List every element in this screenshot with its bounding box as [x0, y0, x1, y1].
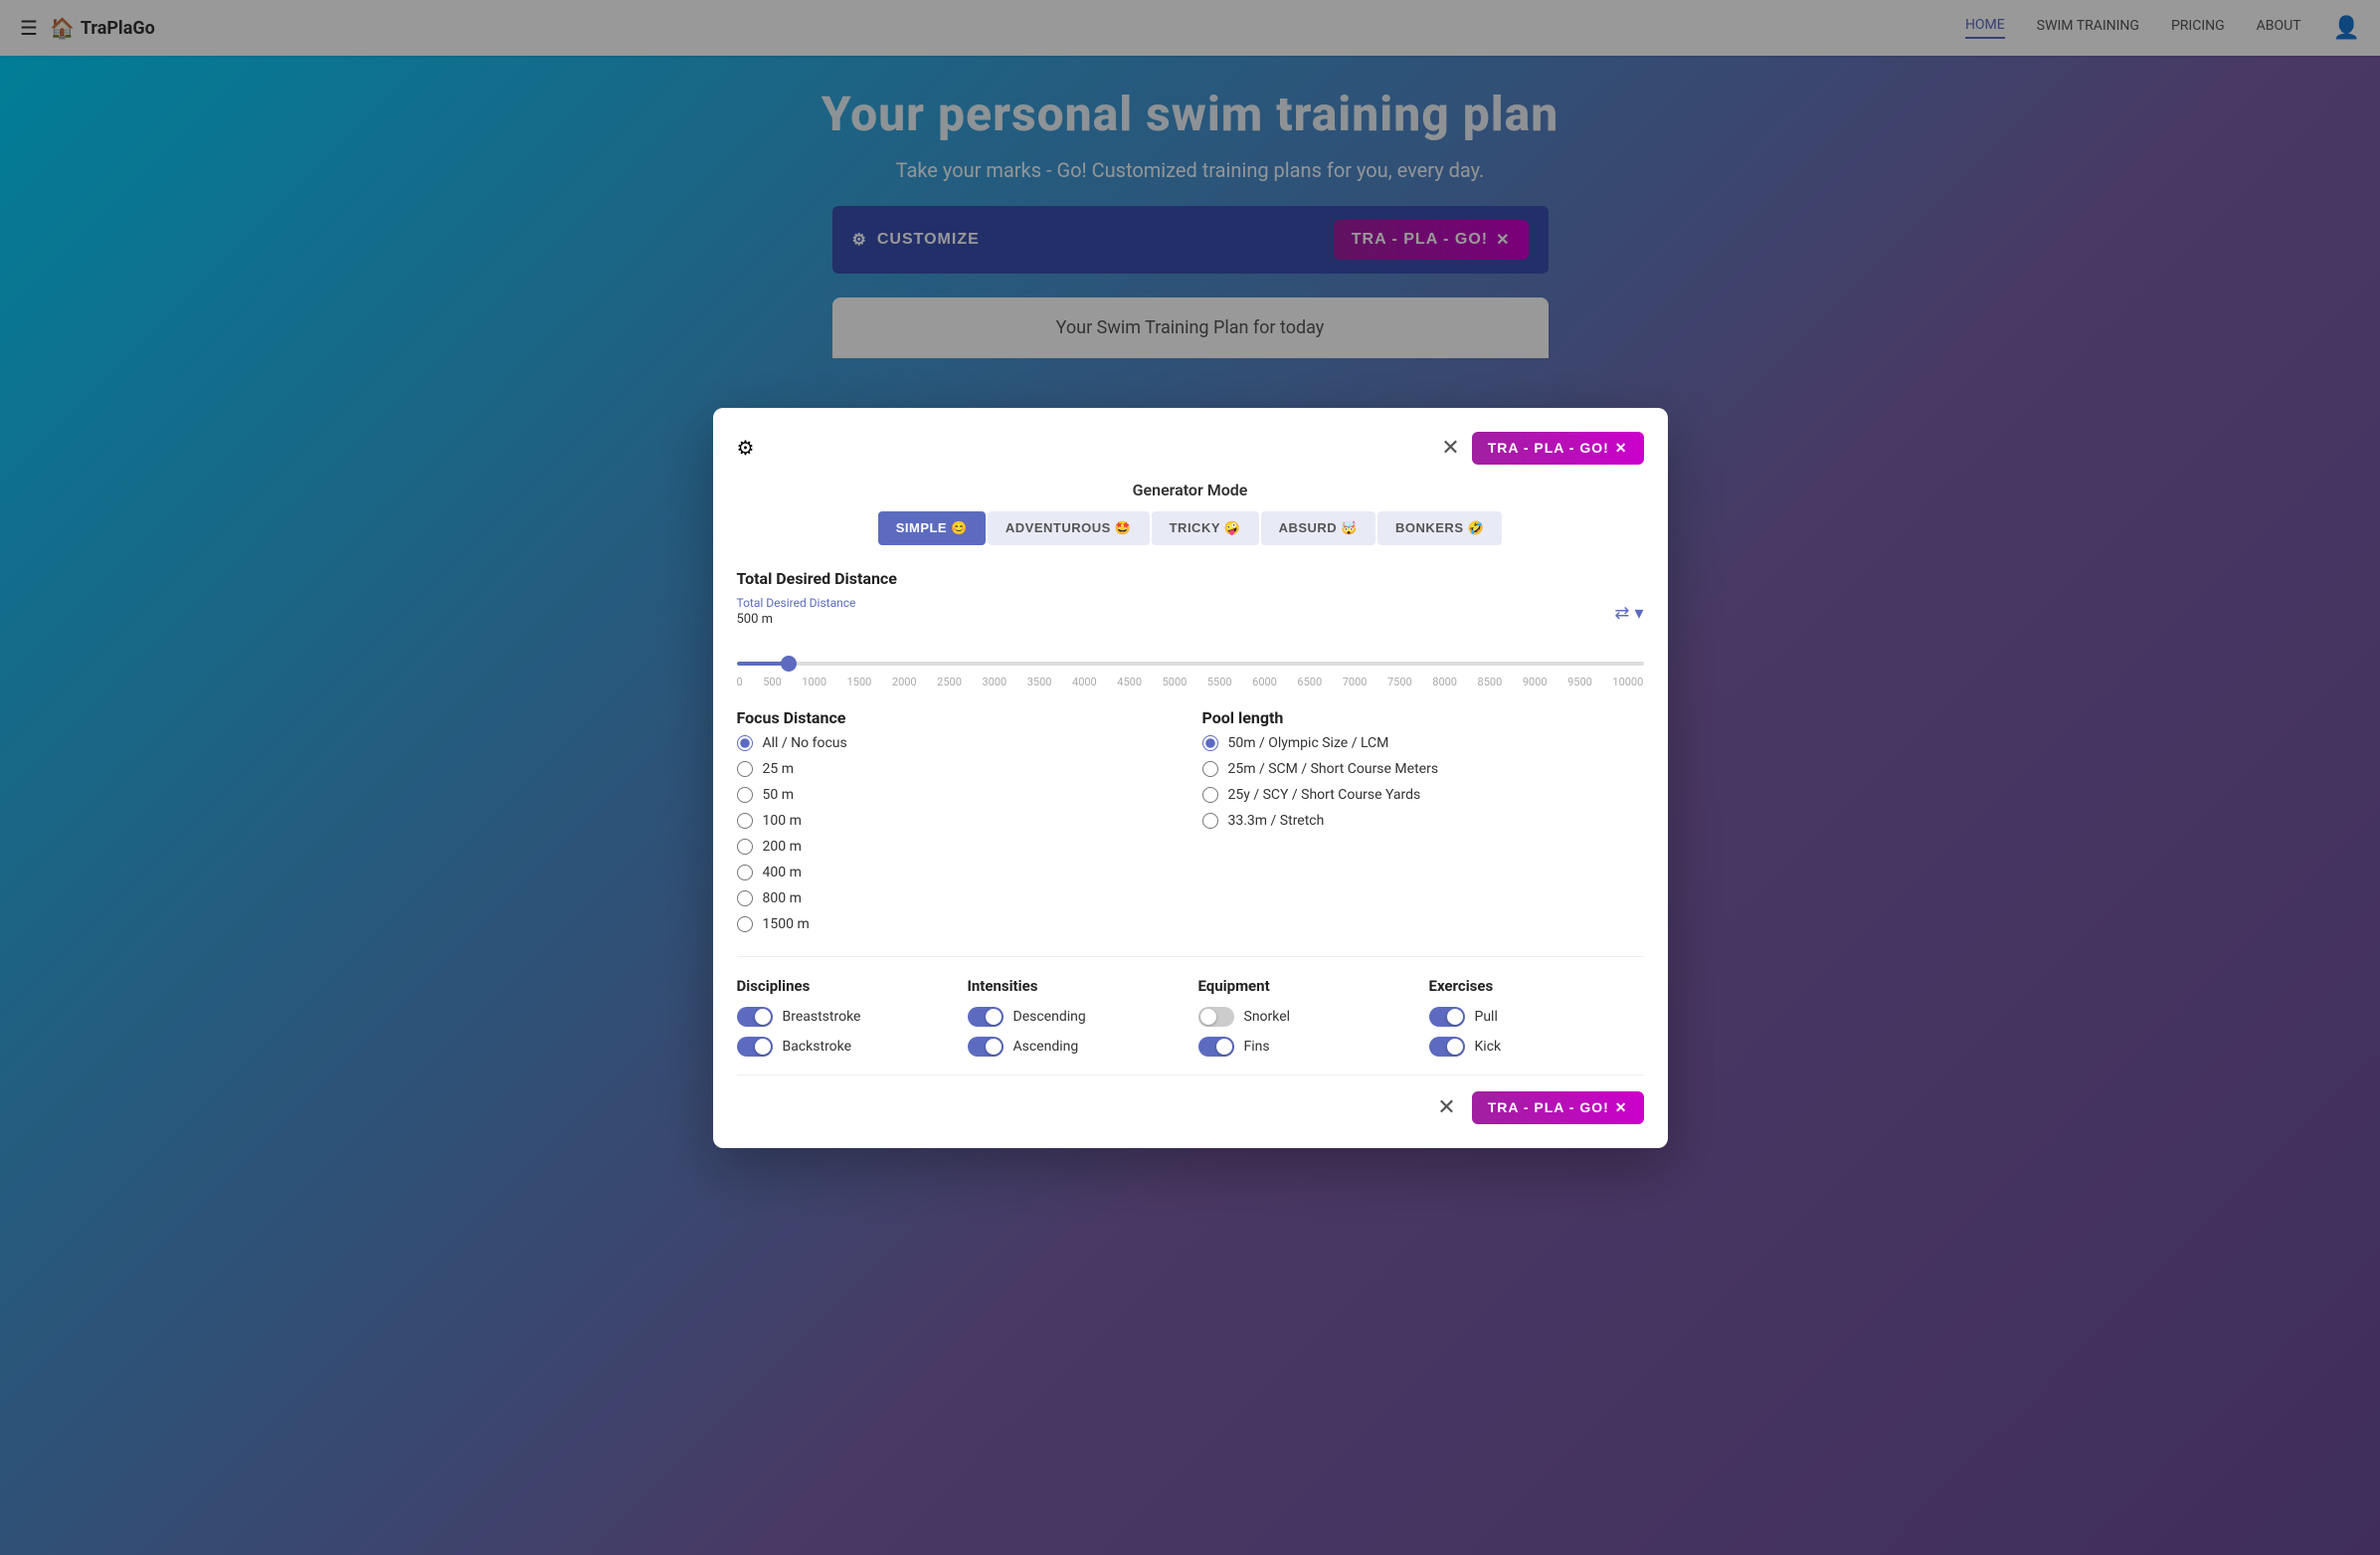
pool-25y[interactable]: 25y / SCY / Short Course Yards [1202, 787, 1644, 803]
distance-reset-button[interactable]: ⇄ ▾ [1614, 603, 1643, 624]
distance-slider[interactable] [737, 662, 1644, 666]
modal: ⚙ ✕ TRA - PLA - GO! ✕ Generator Mode SIM… [713, 408, 1668, 1148]
backstroke-toggle[interactable] [737, 1037, 773, 1057]
distance-section-title: Total Desired Distance [737, 569, 1644, 588]
pool-length-section: Pool length 50m / Olympic Size / LCM 25m… [1202, 708, 1644, 932]
mode-tab-bonkers[interactable]: BONKERS 🤣 [1377, 511, 1502, 545]
mode-tab-adventurous[interactable]: ADVENTUROUS 🤩 [988, 511, 1150, 545]
intensity-descending: Descending [968, 1007, 1183, 1027]
intensity-ascending: Ascending [968, 1037, 1183, 1057]
mode-tab-tricky[interactable]: TRICKY 🤪 [1152, 511, 1259, 545]
footer-shuffle-icon: ✕ [1615, 1099, 1628, 1116]
distance-value: 500 m [737, 612, 856, 627]
exercises-section: Exercises Pull Kick [1429, 977, 1644, 1067]
pool-50m[interactable]: 50m / Olympic Size / LCM [1202, 735, 1644, 751]
modal-close-button[interactable]: ✕ [1441, 435, 1459, 461]
pool-length-title: Pool length [1202, 708, 1644, 727]
pool-length-options: 50m / Olympic Size / LCM 25m / SCM / Sho… [1202, 735, 1644, 829]
footer-tra-pla-go-label: TRA - PLA - GO! [1488, 1099, 1609, 1115]
focus-50m[interactable]: 50 m [737, 787, 1179, 803]
focus-400m[interactable]: 400 m [737, 865, 1179, 880]
modal-tra-pla-go-label: TRA - PLA - GO! [1488, 440, 1609, 456]
pool-25m[interactable]: 25m / SCM / Short Course Meters [1202, 761, 1644, 777]
footer-tra-pla-go-button[interactable]: TRA - PLA - GO! ✕ [1472, 1091, 1644, 1124]
discipline-breaststroke: Breaststroke [737, 1007, 952, 1027]
exercise-kick: Kick [1429, 1037, 1644, 1057]
discipline-backstroke: Backstroke [737, 1037, 952, 1057]
focus-1500m[interactable]: 1500 m [737, 916, 1179, 932]
equipment-fins: Fins [1198, 1037, 1413, 1057]
intensities-section: Intensities Descending Ascending [968, 977, 1183, 1067]
focus-200m[interactable]: 200 m [737, 839, 1179, 855]
fins-toggle[interactable] [1198, 1037, 1234, 1057]
equipment-title: Equipment [1198, 977, 1413, 995]
equipment-section: Equipment Snorkel Fins [1198, 977, 1413, 1067]
focus-distance-options: All / No focus 25 m 50 m 100 m [737, 735, 1179, 932]
focus-25m[interactable]: 25 m [737, 761, 1179, 777]
modal-header: ⚙ ✕ TRA - PLA - GO! ✕ [737, 432, 1644, 465]
intensities-title: Intensities [968, 977, 1183, 995]
disciplines-title: Disciplines [737, 977, 952, 995]
focus-100m[interactable]: 100 m [737, 813, 1179, 829]
mode-tabs: SIMPLE 😊 ADVENTUROUS 🤩 TRICKY 🤪 ABSURD 🤯… [737, 511, 1644, 545]
distance-field-label: Total Desired Distance [737, 596, 856, 610]
exercises-title: Exercises [1429, 977, 1644, 995]
modal-overlay[interactable]: ⚙ ✕ TRA - PLA - GO! ✕ Generator Mode SIM… [0, 0, 2380, 1555]
kick-toggle[interactable] [1429, 1037, 1465, 1057]
equipment-snorkel: Snorkel [1198, 1007, 1413, 1027]
pull-toggle[interactable] [1429, 1007, 1465, 1027]
four-col-section: Disciplines Breaststroke Backstroke [737, 956, 1644, 1067]
generator-mode-label: Generator Mode [737, 481, 1644, 499]
focus-all[interactable]: All / No focus [737, 735, 1179, 751]
descending-toggle[interactable] [968, 1007, 1004, 1027]
distance-section: Total Desired Distance Total Desired Dis… [737, 569, 1644, 688]
modal-footer: ✕ TRA - PLA - GO! ✕ [737, 1074, 1644, 1124]
mode-tab-absurd[interactable]: ABSURD 🤯 [1261, 511, 1375, 545]
ascending-toggle[interactable] [968, 1037, 1004, 1057]
modal-shuffle-icon: ✕ [1615, 440, 1628, 457]
footer-close-button[interactable]: ✕ [1437, 1094, 1455, 1120]
snorkel-toggle[interactable] [1198, 1007, 1234, 1027]
breaststroke-toggle[interactable] [737, 1007, 773, 1027]
modal-gear-icon: ⚙ [737, 436, 755, 460]
pool-33m[interactable]: 33.3m / Stretch [1202, 813, 1644, 829]
focus-distance-section: Focus Distance All / No focus 25 m 50 m [737, 708, 1179, 932]
focus-pool-section: Focus Distance All / No focus 25 m 50 m [737, 708, 1644, 932]
focus-800m[interactable]: 800 m [737, 890, 1179, 906]
modal-tra-pla-go-button[interactable]: TRA - PLA - GO! ✕ [1472, 432, 1644, 465]
exercise-pull: Pull [1429, 1007, 1644, 1027]
mode-tab-simple[interactable]: SIMPLE 😊 [878, 511, 986, 545]
focus-distance-title: Focus Distance [737, 708, 1179, 727]
disciplines-section: Disciplines Breaststroke Backstroke [737, 977, 952, 1067]
